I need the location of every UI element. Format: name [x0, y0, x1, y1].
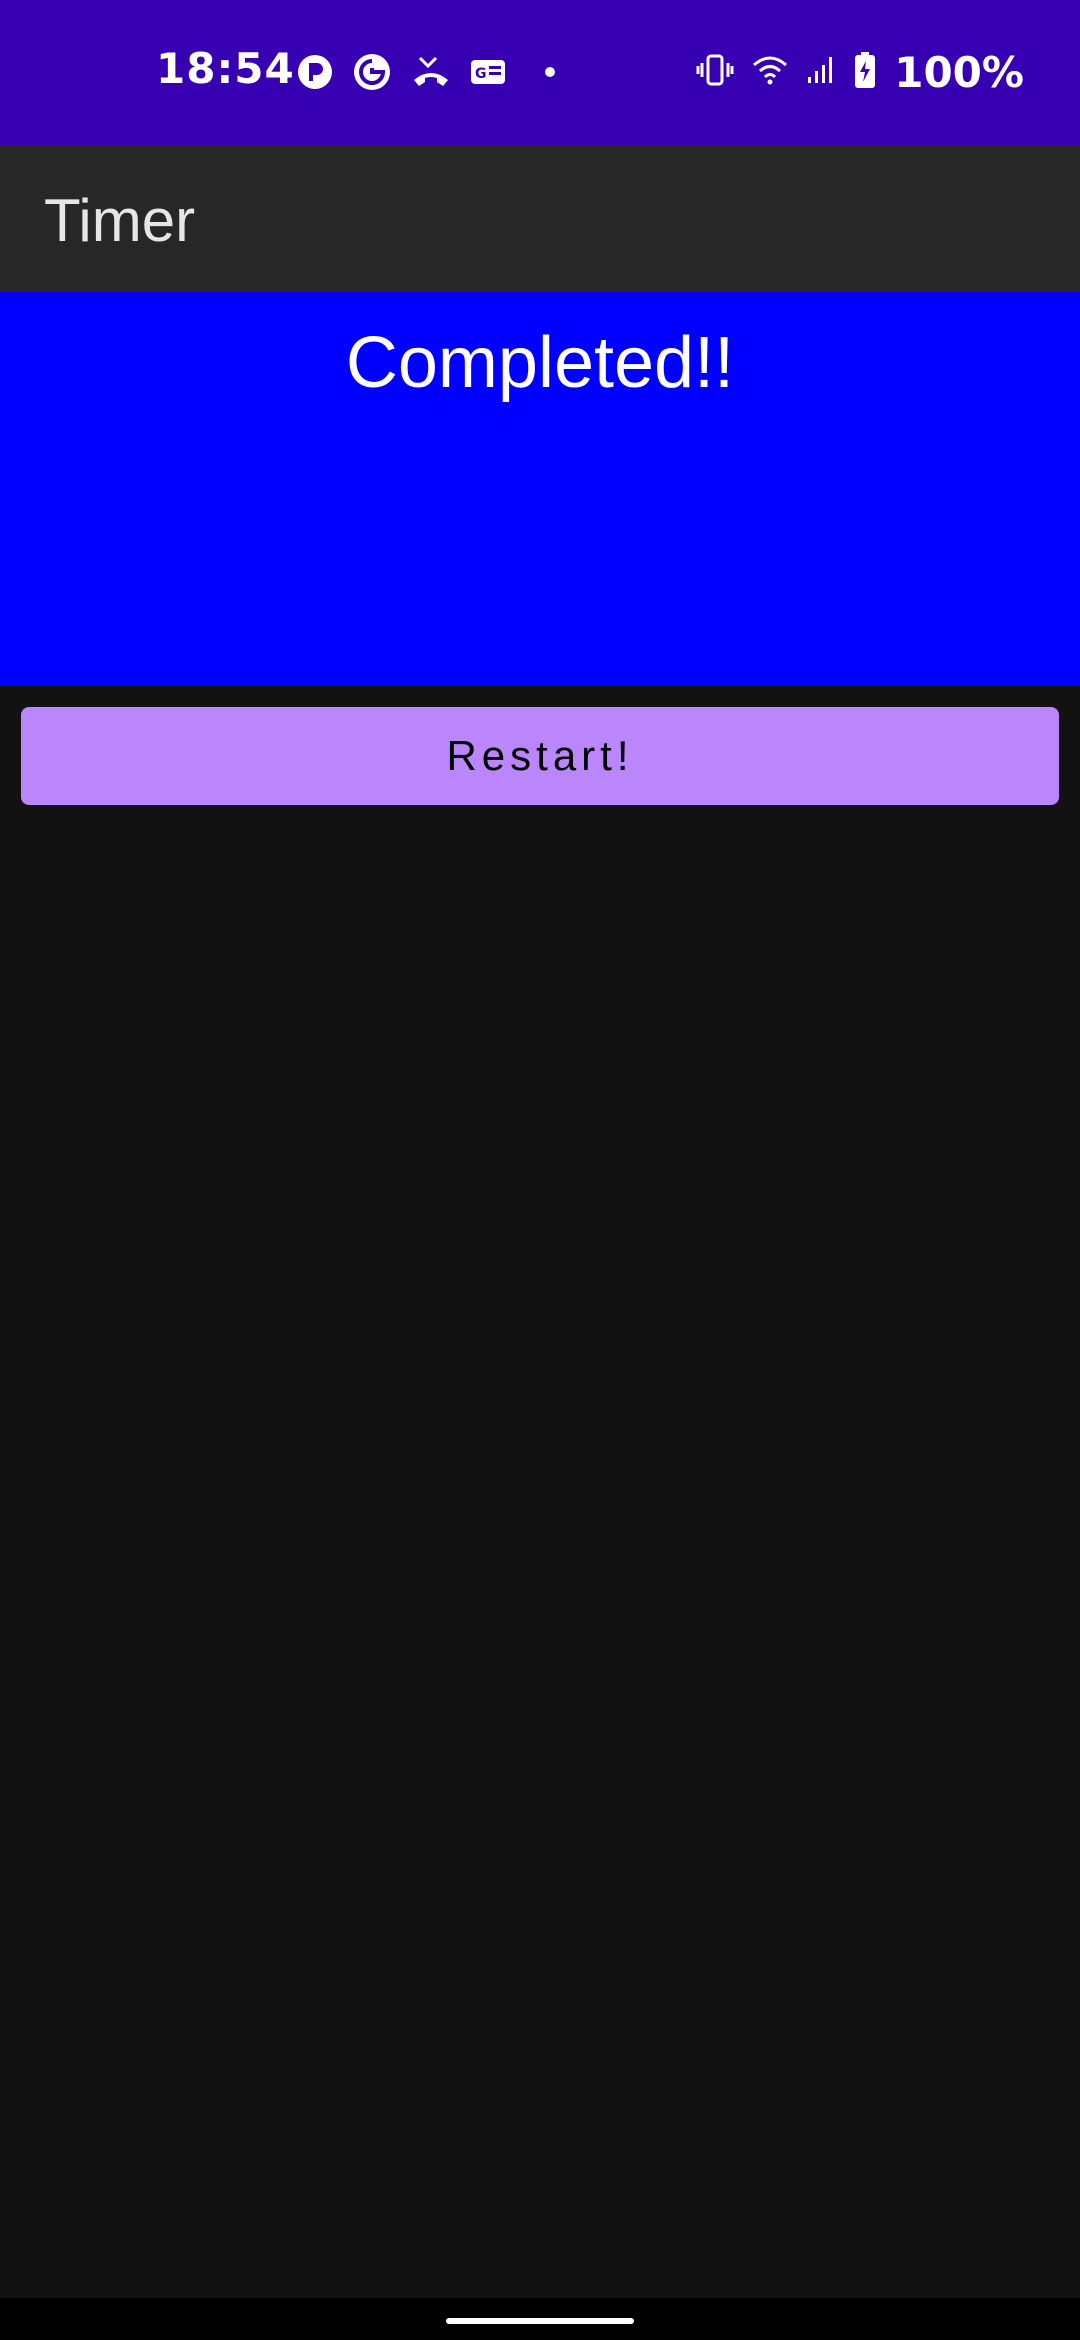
app-bar: Timer: [0, 146, 1080, 292]
navigation-bar: [0, 2298, 1080, 2340]
vibrate-icon: [696, 53, 734, 92]
home-indicator[interactable]: [446, 2318, 634, 2324]
timer-status-text: Completed!!: [345, 323, 735, 403]
wifi-icon: [752, 55, 788, 90]
restart-button[interactable]: Restart!: [21, 707, 1059, 805]
signal-icon: [806, 55, 836, 90]
svg-text:G: G: [475, 66, 487, 82]
status-icons-right: 100%: [696, 44, 1024, 100]
status-icons-left: G: [296, 52, 564, 96]
status-time: 18:54: [156, 44, 295, 93]
news-icon: G: [470, 57, 506, 92]
battery-charging-icon: [854, 51, 876, 94]
battery-percentage: 100%: [894, 47, 1024, 97]
missed-call-icon: [410, 54, 452, 95]
status-bar: 18:54 G 100%: [0, 0, 1080, 146]
page-title: Timer: [44, 187, 196, 254]
timer-display-panel: Completed!!: [0, 292, 1080, 686]
dot-icon: [524, 65, 564, 84]
app-notification-icon: [296, 53, 334, 96]
g-notification-icon: [352, 52, 392, 97]
